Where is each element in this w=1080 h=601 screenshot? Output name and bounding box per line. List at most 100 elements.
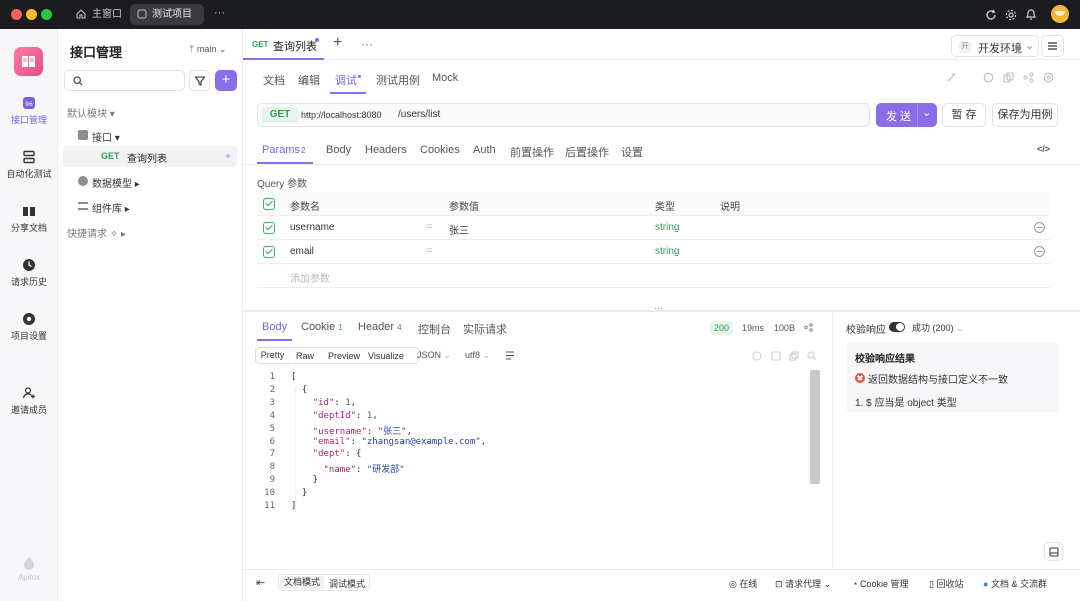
quick-requests[interactable]: 快捷请求 ✧ ▸ <box>67 225 126 240</box>
code-icon[interactable]: </> <box>1037 144 1050 154</box>
tab-headers[interactable]: Headers <box>365 144 407 156</box>
code-scrollbar[interactable] <box>810 370 820 484</box>
minimize-window-button[interactable] <box>26 9 37 20</box>
search-icon[interactable] <box>807 351 817 361</box>
encoding-select[interactable]: utf8 ⌄ <box>465 350 490 361</box>
response-code-viewer[interactable]: 1 [2 {3 "id": 1, 4 "deptId": 1, 5 "username… <box>243 370 823 570</box>
settings-icon[interactable] <box>1043 72 1054 83</box>
validate-toggle[interactable] <box>889 322 905 332</box>
subtab-testcases[interactable]: 测试用例 <box>376 72 420 88</box>
copy-icon[interactable] <box>789 351 799 361</box>
param-value[interactable]: 张三 <box>449 222 469 237</box>
share-icon[interactable] <box>1023 72 1034 83</box>
param-checkbox[interactable] <box>263 246 275 258</box>
rail-item-automation[interactable]: 自动化测试 <box>0 150 58 180</box>
save-icon[interactable] <box>771 351 781 361</box>
refresh-icon[interactable] <box>985 9 997 21</box>
view-raw[interactable]: Raw <box>296 351 314 361</box>
trash-label: 回收站 <box>936 579 964 589</box>
proxy-select[interactable]: ⊡ 请求代理 ⌄ <box>775 577 831 590</box>
bell-icon[interactable] <box>1025 8 1037 21</box>
rail-item-api[interactable]: 96 接口管理 <box>0 96 58 126</box>
param-name[interactable]: username <box>290 222 334 233</box>
param-type[interactable]: string <box>655 222 679 233</box>
menu-button[interactable] <box>1041 35 1064 57</box>
new-tab-button[interactable]: + <box>333 34 342 52</box>
settings-icon[interactable] <box>1005 9 1017 21</box>
resp-tab-actual[interactable]: 实际请求 <box>463 321 507 337</box>
community-button[interactable]: ● 文档 & 交流群 <box>983 577 1047 590</box>
remove-param-icon[interactable] <box>1034 222 1045 233</box>
url-bar[interactable]: GET http://localhost:8080 /users/list <box>257 103 870 127</box>
tab-cookies[interactable]: Cookies <box>420 144 460 156</box>
rail-item-share-docs[interactable]: 分享文档 <box>0 204 58 234</box>
view-preview[interactable]: Preview <box>328 351 360 361</box>
param-name[interactable]: email <box>290 246 314 257</box>
subtab-edit[interactable]: 编辑 <box>298 72 320 88</box>
layout-toggle-button[interactable] <box>1044 542 1063 561</box>
collapse-sidebar-icon[interactable]: ⇤ <box>256 576 265 589</box>
tree-item-endpoint[interactable]: GET 查询列表 <box>63 146 237 167</box>
tab-post-actions[interactable]: 后置操作 <box>565 144 609 160</box>
tab-auth[interactable]: Auth <box>473 144 496 156</box>
remove-param-icon[interactable] <box>1034 246 1045 257</box>
debug-mode-button[interactable]: 调试模式 <box>329 577 365 590</box>
environment-select[interactable]: 开 开发环境 ⌄ <box>951 35 1039 57</box>
copy-icon[interactable] <box>1003 72 1014 83</box>
resp-tab-body[interactable]: Body <box>257 317 292 341</box>
tab-settings[interactable]: 设置 <box>621 144 643 160</box>
method-select[interactable]: GET <box>262 107 298 123</box>
view-visualize[interactable]: Visualize <box>368 351 404 361</box>
project-tab[interactable]: 测试项目 <box>130 4 204 25</box>
trash-button[interactable]: ▯ 回收站 <box>929 577 963 590</box>
user-avatar[interactable] <box>1051 5 1069 23</box>
subtab-debug[interactable]: 调试 <box>330 65 366 94</box>
param-type[interactable]: string <box>655 246 679 257</box>
tab-body[interactable]: Body <box>326 144 351 156</box>
status-select[interactable]: 成功 (200) ⌄ <box>912 321 964 334</box>
path-input[interactable]: /users/list <box>398 109 440 120</box>
download-icon[interactable] <box>752 351 762 361</box>
share-icon[interactable] <box>804 323 813 332</box>
tab-more-button[interactable]: ··· <box>361 37 373 51</box>
resp-tab-cookie[interactable]: Cookie 1 <box>301 321 343 333</box>
cookie-manager-button[interactable]: ◔ Cookie 管理 <box>852 577 908 590</box>
resp-tab-header[interactable]: Header 4 <box>358 321 402 333</box>
rail-item-history[interactable]: 请求历史 <box>0 258 58 288</box>
history-icon[interactable] <box>983 72 994 83</box>
resp-tab-console[interactable]: 控制台 <box>418 321 451 337</box>
tab-params[interactable]: Params 2 <box>257 141 313 164</box>
branch-selector[interactable]: ᛘ main ⌄ <box>189 44 226 55</box>
add-button[interactable]: + <box>215 70 237 91</box>
send-button[interactable]: 发 送 ⌄ <box>876 103 937 127</box>
chevron-down-icon[interactable]: ⌄ <box>922 106 931 119</box>
rail-item-project-settings[interactable]: 项目设置 <box>0 312 58 342</box>
param-checkbox[interactable] <box>263 222 275 234</box>
format-select[interactable]: JSON ⌄ <box>417 350 451 361</box>
view-pretty[interactable]: Pretty <box>256 348 289 363</box>
subtab-mock[interactable]: Mock <box>432 72 458 84</box>
select-all-checkbox[interactable] <box>263 198 275 210</box>
rail-item-invite[interactable]: 邀请成员 <box>0 386 58 416</box>
project-logo[interactable] <box>14 47 43 76</box>
home-tab[interactable]: 主窗口 <box>70 4 122 25</box>
line-number: 4 <box>269 410 275 421</box>
drag-handle-icon[interactable]: ··· <box>654 303 663 313</box>
save-temp-button[interactable]: 暂 存 <box>942 103 986 127</box>
close-window-button[interactable] <box>11 9 22 20</box>
doc-mode-button[interactable]: 文档模式 <box>280 576 324 589</box>
online-status[interactable]: ◎ 在线 <box>729 577 757 590</box>
more-tabs-button[interactable]: ··· <box>214 7 225 19</box>
search-input[interactable] <box>64 70 185 91</box>
filter-button[interactable] <box>189 70 210 91</box>
doc-tab-active[interactable]: GET 查询列表 <box>243 29 324 60</box>
wrap-icon[interactable] <box>505 351 515 360</box>
subtab-docs[interactable]: 文档 <box>263 72 285 88</box>
default-module[interactable]: 默认模块 ▾ <box>67 105 115 120</box>
tab-pre-actions[interactable]: 前置操作 <box>510 144 554 160</box>
magic-icon[interactable] <box>946 72 957 83</box>
add-param-row[interactable]: 添加参数 <box>257 264 1050 288</box>
save-case-button[interactable]: 保存为用例 <box>992 103 1058 127</box>
add-param-placeholder[interactable]: 添加参数 <box>290 270 330 285</box>
maximize-window-button[interactable] <box>41 9 52 20</box>
